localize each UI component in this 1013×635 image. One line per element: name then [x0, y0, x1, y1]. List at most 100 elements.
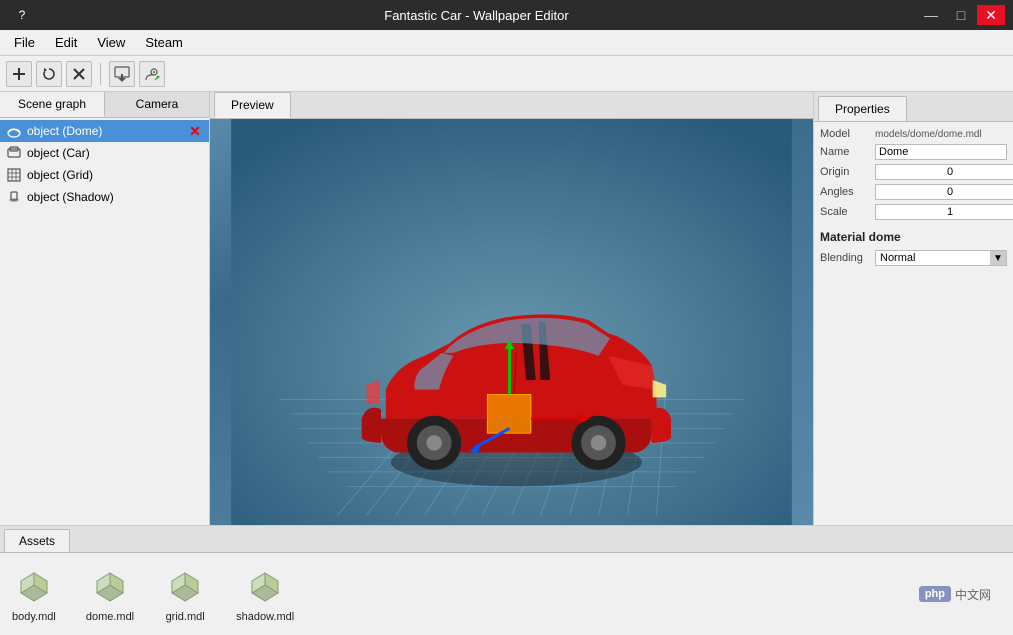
remove-button[interactable]: [66, 61, 92, 87]
dome-object-icon: [6, 123, 22, 139]
scene-tabs: Scene graph Camera: [0, 92, 209, 118]
prop-inputs-origin: [875, 164, 1013, 180]
properties-content: Model models/dome/dome.mdl Name Origin A…: [814, 122, 1013, 525]
prop-input-angles-x[interactable]: [875, 184, 1013, 200]
titlebar: ? Fantastic Car - Wallpaper Editor — □ ✕: [0, 0, 1013, 30]
prop-label-blending: Blending: [820, 252, 875, 264]
asset-label-dome: dome.mdl: [86, 611, 134, 623]
tree-item-dome-close[interactable]: ✕: [187, 123, 203, 139]
php-logo-area: php 中文网: [919, 586, 1001, 603]
asset-item-shadow[interactable]: shadow.mdl: [236, 565, 294, 623]
assets-content: body.mdl dome.mdl grid.mdl: [0, 553, 1013, 635]
menu-view[interactable]: View: [87, 30, 135, 55]
properties-tab-bar: Properties: [814, 92, 1013, 122]
prop-row-blending: Blending Normal ▼: [820, 250, 1007, 266]
preview-tab-bar: Preview: [210, 92, 813, 119]
center-panel: Preview: [210, 92, 813, 525]
tree-item-car-label: object (Car): [27, 146, 203, 160]
prop-row-name: Name: [820, 144, 1007, 160]
tree-item-shadow[interactable]: object (Shadow): [0, 186, 209, 208]
menu-edit[interactable]: Edit: [45, 30, 87, 55]
tab-camera[interactable]: Camera: [105, 92, 209, 117]
export-button[interactable]: [139, 61, 165, 87]
add-icon: [12, 67, 26, 81]
tree-item-grid[interactable]: object (Grid): [0, 164, 209, 186]
prop-label-scale: Scale: [820, 206, 875, 218]
toolbar-separator: [100, 63, 101, 85]
asset-item-dome[interactable]: dome.mdl: [86, 565, 134, 623]
asset-label-body: body.mdl: [12, 611, 56, 623]
tab-assets[interactable]: Assets: [4, 529, 70, 552]
prop-inputs-angles: [875, 184, 1013, 200]
import-icon: [114, 66, 130, 82]
titlebar-help[interactable]: ?: [8, 8, 36, 22]
remove-icon: [72, 67, 86, 81]
prop-label-angles: Angles: [820, 186, 875, 198]
asset-label-grid: grid.mdl: [166, 611, 205, 623]
asset-item-grid[interactable]: grid.mdl: [164, 565, 206, 623]
asset-icon-body: [13, 565, 55, 607]
tab-properties[interactable]: Properties: [818, 96, 907, 121]
php-badge: php: [919, 586, 951, 602]
prop-input-name[interactable]: [875, 144, 1007, 160]
prop-label-origin: Origin: [820, 166, 875, 178]
assets-tab-bar: Assets: [0, 526, 1013, 553]
prop-label-name: Name: [820, 146, 875, 158]
titlebar-controls: — □ ✕: [917, 5, 1005, 25]
menubar: File Edit View Steam: [0, 30, 1013, 56]
refresh-button[interactable]: [36, 61, 62, 87]
preview-canvas[interactable]: [210, 119, 813, 525]
prop-row-origin: Origin: [820, 164, 1007, 180]
prop-row-angles: Angles: [820, 184, 1007, 200]
prop-inputs-scale: [875, 204, 1013, 220]
import-button[interactable]: [109, 61, 135, 87]
material-section-title: Material dome: [820, 230, 1007, 244]
tree-item-dome-label: object (Dome): [27, 124, 182, 138]
prop-input-origin-x[interactable]: [875, 164, 1013, 180]
tree-item-dome[interactable]: object (Dome) ✕: [0, 120, 209, 142]
tab-preview[interactable]: Preview: [214, 92, 291, 118]
blending-select[interactable]: Normal ▼: [875, 250, 1007, 266]
php-text: 中文网: [955, 586, 991, 603]
asset-icon-shadow: [244, 565, 286, 607]
shadow-object-icon: [6, 189, 22, 205]
prop-row-scale: Scale: [820, 204, 1007, 220]
tab-scene-graph[interactable]: Scene graph: [0, 92, 105, 117]
tree-item-grid-label: object (Grid): [27, 168, 203, 182]
tree-item-car[interactable]: object (Car): [0, 142, 209, 164]
add-button[interactable]: [6, 61, 32, 87]
prop-value-model: models/dome/dome.mdl: [875, 129, 1007, 140]
left-panel: Scene graph Camera object (Dome) ✕ objec…: [0, 92, 210, 525]
prop-label-model: Model: [820, 128, 875, 140]
tree-item-shadow-label: object (Shadow): [27, 190, 203, 204]
dome-mdl-icon: [89, 565, 131, 607]
grid-object-icon: [6, 167, 22, 183]
grid-mdl-icon: [164, 565, 206, 607]
car-object-icon: [6, 145, 22, 161]
blending-select-value: Normal: [876, 251, 990, 265]
titlebar-title: Fantastic Car - Wallpaper Editor: [36, 8, 917, 23]
right-panel: Properties Model models/dome/dome.mdl Na…: [813, 92, 1013, 525]
asset-label-shadow: shadow.mdl: [236, 611, 294, 623]
body-mdl-icon: [13, 565, 55, 607]
main-area: Scene graph Camera object (Dome) ✕ objec…: [0, 92, 1013, 525]
prop-input-scale-x[interactable]: [875, 204, 1013, 220]
menu-steam[interactable]: Steam: [135, 30, 193, 55]
close-button[interactable]: ✕: [977, 5, 1005, 25]
minimize-button[interactable]: —: [917, 5, 945, 25]
asset-item-body[interactable]: body.mdl: [12, 565, 56, 623]
maximize-button[interactable]: □: [947, 5, 975, 25]
export-icon: [144, 66, 160, 82]
refresh-icon: [42, 67, 56, 81]
preview-scene: [210, 119, 813, 525]
asset-icon-dome: [89, 565, 131, 607]
blending-select-arrow[interactable]: ▼: [990, 251, 1006, 265]
scene-tree: object (Dome) ✕ object (Car) object (Gri…: [0, 118, 209, 525]
asset-icon-grid: [164, 565, 206, 607]
menu-file[interactable]: File: [4, 30, 45, 55]
toolbar: [0, 56, 1013, 92]
prop-row-model: Model models/dome/dome.mdl: [820, 128, 1007, 140]
shadow-mdl-icon: [244, 565, 286, 607]
bottom-panel: Assets body.mdl dome.mdl: [0, 525, 1013, 635]
php-logo: php 中文网: [919, 586, 991, 603]
